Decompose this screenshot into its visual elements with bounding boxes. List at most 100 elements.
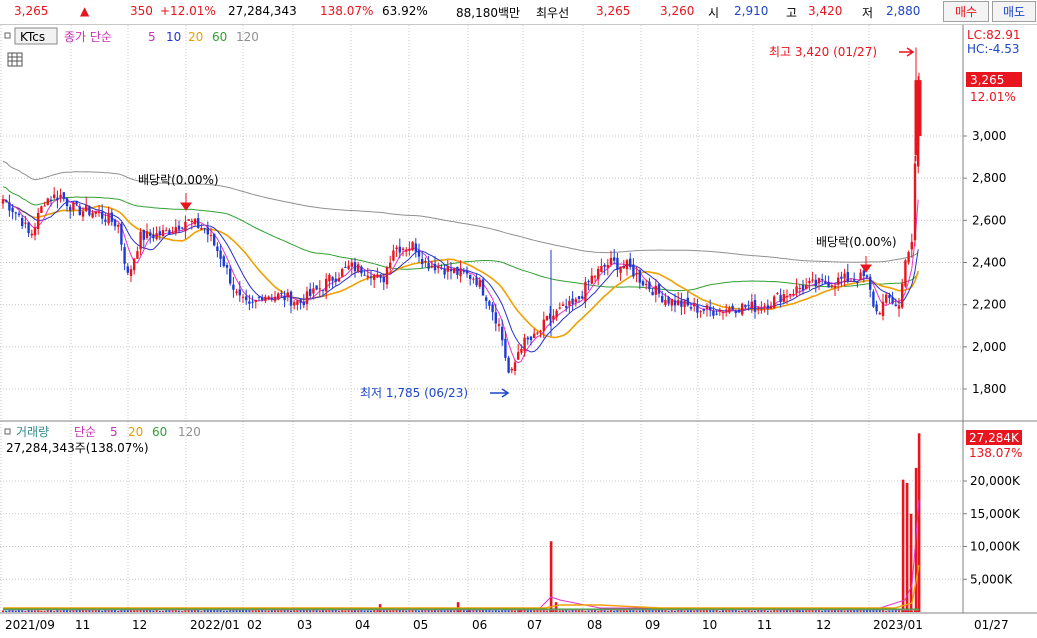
volume-bar <box>638 610 641 612</box>
candle-down <box>673 300 677 306</box>
candle-down <box>709 307 712 311</box>
candle-up <box>385 267 389 285</box>
last-date-label: 01/27 <box>974 618 1009 632</box>
ma120-legend: 120 <box>236 30 259 44</box>
volume-bar <box>770 610 772 612</box>
ma-legend-title: 종가 단순 <box>64 30 112 44</box>
candle-down <box>17 213 21 216</box>
volume-bar <box>491 610 494 612</box>
candle-up <box>193 218 197 225</box>
candle-up <box>773 296 776 309</box>
candle-down <box>872 291 875 307</box>
candle-down <box>891 297 894 304</box>
candle-down <box>21 217 24 227</box>
candle-up <box>497 324 501 326</box>
candle-up <box>901 283 904 308</box>
candle-up <box>81 211 85 217</box>
candle-up <box>718 309 721 312</box>
time-axis-label: 06 <box>472 618 487 632</box>
volume-bar <box>741 610 744 612</box>
candle-up <box>293 302 296 306</box>
high-label: 고 <box>786 6 798 20</box>
volume-bar <box>437 610 440 612</box>
candle-down <box>229 268 232 284</box>
candle-up <box>187 219 190 221</box>
candle-down <box>315 285 318 290</box>
candle-down <box>261 297 264 301</box>
volume-value-label: 27,284,343주(138.07%) <box>6 441 149 455</box>
volume-bar <box>587 610 590 612</box>
volume-bar <box>626 610 628 612</box>
candle-up <box>705 305 709 309</box>
volume-bar <box>747 610 750 612</box>
price-tick-label: 1,800 <box>972 382 1006 396</box>
buy-button[interactable]: 매수 <box>943 1 989 22</box>
candle-down <box>491 304 494 313</box>
candle-down <box>152 234 155 239</box>
candle-up <box>395 247 398 250</box>
volume-bar <box>738 610 740 612</box>
candle-up <box>795 286 798 293</box>
volume-bar <box>683 610 686 612</box>
candle-down <box>667 297 670 304</box>
stock-chart[interactable]: KTcs 종가 단순 5 10 20 60 120 LC:82.91 HC:-4… <box>0 25 1037 638</box>
candle-down <box>581 296 584 299</box>
volume-bar <box>40 610 43 612</box>
candle-down <box>113 219 117 227</box>
candle-up <box>373 274 376 280</box>
table-grid-icon[interactable] <box>7 52 23 67</box>
candle-down <box>299 299 302 303</box>
volume-legend-sub: 단순 <box>74 425 96 439</box>
candle-down <box>78 206 81 216</box>
time-axis-label: 11 <box>75 618 90 632</box>
candle-up <box>811 279 814 281</box>
candle-up <box>184 221 187 232</box>
candle-up <box>760 309 763 311</box>
candle-up <box>437 266 440 269</box>
candle-up <box>286 292 289 298</box>
candle-down <box>49 199 53 201</box>
candle-down <box>853 279 856 281</box>
candle-down <box>747 305 750 307</box>
candle-up <box>235 291 238 293</box>
volume-bar <box>363 610 366 612</box>
candle-down <box>69 206 72 211</box>
volume-bar <box>43 610 46 612</box>
candle-down <box>565 306 568 308</box>
sell-button[interactable]: 매도 <box>992 1 1036 22</box>
candle-down <box>110 212 113 222</box>
candle-down <box>181 227 184 229</box>
candle-up <box>849 280 853 282</box>
candle-up <box>405 249 408 252</box>
time-axis-label: 02 <box>247 618 262 632</box>
candle-down <box>648 281 651 290</box>
candle-up <box>792 293 795 295</box>
candle-up <box>542 319 545 331</box>
volume-legend-title: 거래량 <box>16 425 49 439</box>
candle-down <box>88 206 91 216</box>
candle-down <box>75 201 78 205</box>
time-axis-label: 10 <box>702 618 717 632</box>
candle-up <box>190 221 193 223</box>
candle-down <box>686 297 689 306</box>
volume-bar <box>114 610 116 612</box>
candle-up <box>833 285 837 288</box>
candle-down <box>801 285 805 291</box>
candle-up <box>769 305 773 309</box>
candle-down <box>360 266 363 274</box>
candle-up <box>885 294 888 303</box>
volume-bar <box>498 610 500 612</box>
candle-up <box>552 315 555 320</box>
volume-bar <box>750 610 753 612</box>
candle-down <box>56 197 59 201</box>
volume-bar <box>539 610 542 612</box>
candle-up <box>597 269 600 280</box>
volume-bar <box>686 610 689 612</box>
candle-down <box>382 276 385 283</box>
candle-down <box>245 296 248 301</box>
candle-up <box>241 296 245 298</box>
price-tick-label: 2,800 <box>972 171 1006 185</box>
candle-up <box>881 301 885 317</box>
candle-down <box>702 309 705 311</box>
candle-down <box>821 279 824 281</box>
